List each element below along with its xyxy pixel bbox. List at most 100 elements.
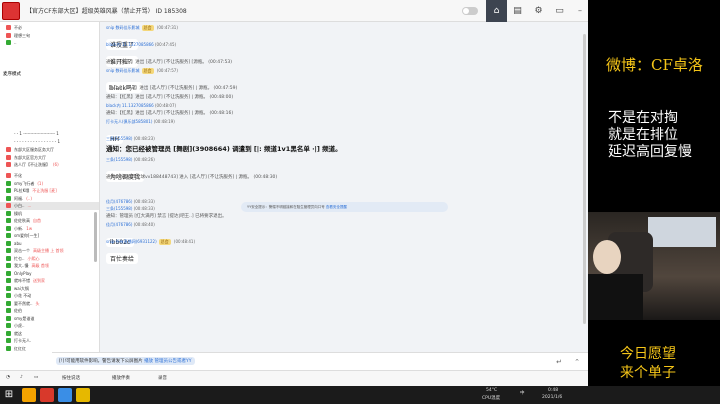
member-item[interactable]: PL拉K哦 不让洗服 [麦] xyxy=(0,187,99,195)
sidebar-top-item[interactable]: 理想三旬 xyxy=(0,32,99,40)
user-icon xyxy=(6,248,11,253)
system-notice: 通知：【红黑】进出 [选人厅] [不让洗服务] | 源瓶。 (00:48:16) xyxy=(106,111,234,116)
member-label: 不化 xyxy=(14,173,22,178)
sender-badge: 总会 xyxy=(141,68,154,74)
member-item[interactable]: 小新. 1w xyxy=(0,225,99,233)
push-to-talk-button[interactable]: 按住说话 xyxy=(62,375,80,381)
message-meta: black内 11.1327085866 (00:47:45) xyxy=(106,42,176,48)
record-button[interactable]: 录音 xyxy=(158,375,167,381)
sender-name[interactable]: snip 数码佳乐影城 xyxy=(106,25,140,30)
member-item[interactable]: 要不然就.. 头 xyxy=(0,300,99,308)
member-item[interactable]: 红红红 xyxy=(0,345,99,353)
sender-name[interactable]: 三条(155598) xyxy=(106,136,132,141)
message-meta: 三条(155598) (00:48:26) xyxy=(106,157,155,163)
member-label: 佐佐秋高 xyxy=(14,218,30,223)
member-item[interactable]: 我大..慢 高级 首领 xyxy=(0,262,99,270)
sender-name[interactable]: black内 11.1327085866 xyxy=(106,103,154,108)
send-icon[interactable]: ↵ xyxy=(556,358,562,366)
member-item[interactable]: 不化 xyxy=(0,172,99,180)
sidebar-scrollbar[interactable] xyxy=(94,212,97,262)
channel-item[interactable]: 东部大区官方大厅 xyxy=(0,154,99,162)
member-item[interactable]: 阿福. (..) xyxy=(0,195,99,203)
member-item[interactable]: 双击一个 高级主播 上 首领 xyxy=(0,247,99,255)
member-item[interactable]: 就咔不错 送到家 xyxy=(0,277,99,285)
message-meta: 三条(155598) (00:48:33) xyxy=(106,206,155,212)
member-item[interactable]: 佐佐秋高 自首 xyxy=(0,217,99,225)
user-icon xyxy=(6,173,11,178)
mic-icon[interactable]: ♪ xyxy=(20,375,23,380)
user-icon xyxy=(6,218,11,223)
sender-name[interactable]: black内 11.1327085866 xyxy=(106,42,154,47)
member-item[interactable]: 小白..... xyxy=(0,202,99,210)
input-notice-link[interactable]: 播放 管理员公告或者YY xyxy=(144,359,191,364)
sender-name[interactable]: 三条(155598) xyxy=(106,157,132,162)
member-item[interactable]: OnlyPlay xyxy=(0,270,99,278)
member-label: 操机 xyxy=(14,210,22,216)
member-item[interactable]: 就这 xyxy=(0,330,99,338)
mode-toggle[interactable] xyxy=(462,7,478,15)
system-notice: 【1 1 8 .. 2 q】进出 [选人厅] [不让洗服务] | 源瓶。 (00… xyxy=(106,86,238,91)
member-note: (..) xyxy=(26,195,32,201)
info-icon[interactable]: ▭ xyxy=(549,0,570,22)
speaker-icon[interactable]: ◔ xyxy=(6,375,10,380)
member-item[interactable]: 小花 不动 xyxy=(0,292,99,300)
app-icon-3[interactable] xyxy=(58,388,72,402)
line-0: - - 1 ---------------------- 1 xyxy=(14,131,59,136)
chat-scrollbar[interactable] xyxy=(583,34,586,324)
message-bubble: 百忙奏给 xyxy=(106,246,139,265)
channel-item[interactable]: 东部大区服务区务大厅 xyxy=(0,146,99,154)
section-label: 麦序模式 xyxy=(3,72,21,77)
chat-area: snip 数码佳乐影城 总会 (00:47:31) 谁授重了 black内 11.13… xyxy=(101,22,588,352)
member-item[interactable]: 操机 xyxy=(0,210,99,218)
sender-name[interactable]: snip 数码佳乐影城 xyxy=(106,68,140,73)
member-note: 小熙心 xyxy=(27,255,40,261)
member-note: 头 xyxy=(35,300,40,306)
input-notice-text: [!]!可能用软件影响，警告请发下公屏图片 xyxy=(59,359,143,364)
minimize-icon[interactable]: – xyxy=(573,0,587,22)
sidebar-top-item[interactable]: .. xyxy=(0,39,99,47)
member-label: abu xyxy=(14,240,22,246)
weibo-handle: 微博：CF卓洛 xyxy=(606,56,703,74)
message-time: (00:47:31) xyxy=(155,25,178,30)
tip-link[interactable]: 查看安全提醒 xyxy=(326,205,347,209)
play-music-button[interactable]: 播放伴奏 xyxy=(112,375,130,381)
channel-item[interactable]: 选人厅【不让洗服】 (6) xyxy=(0,161,99,169)
list-icon[interactable]: ▤ xyxy=(507,0,528,22)
app-icon-2[interactable] xyxy=(40,388,54,402)
start-icon[interactable]: ⊞ xyxy=(2,388,16,402)
member-item[interactable]: 忙乜.. 小熙心 xyxy=(0,255,99,263)
member-item[interactable]: 打卡无人. xyxy=(0,337,99,345)
sender-name[interactable]: 打卡无人(俱乐部585801) xyxy=(106,119,152,124)
member-label: wai大锅 xyxy=(14,285,29,291)
more-icon[interactable]: ⌃ xyxy=(574,358,580,366)
sender-name[interactable]: 佳月(476786) xyxy=(106,199,132,204)
sidebar-top-item[interactable]: 不必 xyxy=(0,24,99,32)
member-item[interactable]: abu xyxy=(0,240,99,248)
app-icon-4[interactable] xyxy=(76,388,90,402)
member-item[interactable]: smy是谁谁 xyxy=(0,315,99,323)
user-icon xyxy=(6,278,11,283)
camera-icon[interactable]: ▭ xyxy=(34,375,38,380)
bottom-toolbar: ◔ ♪ ▭ 按住说话 播放伴奏 录音 xyxy=(0,370,588,386)
move-notice: 通知：您已经被管理员 [舞剧](3908664) 调遣到 [|: 频道1v1黑名… xyxy=(106,145,342,153)
home-icon[interactable]: ⌂ xyxy=(486,0,507,22)
security-tip: YY安全提示：警惕不明链接和在陌生管理员向口号 查看安全提醒 xyxy=(241,202,448,212)
input-bar[interactable]: [!]!可能用软件影响，警告请发下公屏图片 播放 管理员公告或者YY ↵ ⌃ xyxy=(52,352,588,370)
user-icon xyxy=(6,255,11,261)
member-item[interactable]: wai大锅 xyxy=(0,285,99,293)
channel-logo[interactable] xyxy=(2,2,20,20)
message-text: 百忙奏给 xyxy=(106,253,139,264)
member-item[interactable]: sm爱你[一生] xyxy=(0,232,99,240)
member-item[interactable]: 佐伯 xyxy=(0,307,99,315)
user-icon xyxy=(6,338,11,343)
ime-indicator[interactable]: 中 xyxy=(520,390,525,396)
app-icon-1[interactable] xyxy=(22,388,36,402)
tools-icon[interactable]: ⚙ xyxy=(528,0,549,22)
sender-name[interactable]: 佳月(476786) xyxy=(106,222,132,227)
input-notice: [!]!可能用软件影响，警告请发下公屏图片 播放 管理员公告或者YY xyxy=(56,357,195,365)
member-item[interactable]: 小虎.. xyxy=(0,322,99,330)
sender-name[interactable]: snip-所有直播网(6931122) xyxy=(106,239,157,244)
sender-name[interactable]: 三条(155598) xyxy=(106,206,132,211)
member-item[interactable]: smy飞行者 (1) xyxy=(0,180,99,188)
channel-label: 东部大区官方大厅 xyxy=(14,154,46,160)
